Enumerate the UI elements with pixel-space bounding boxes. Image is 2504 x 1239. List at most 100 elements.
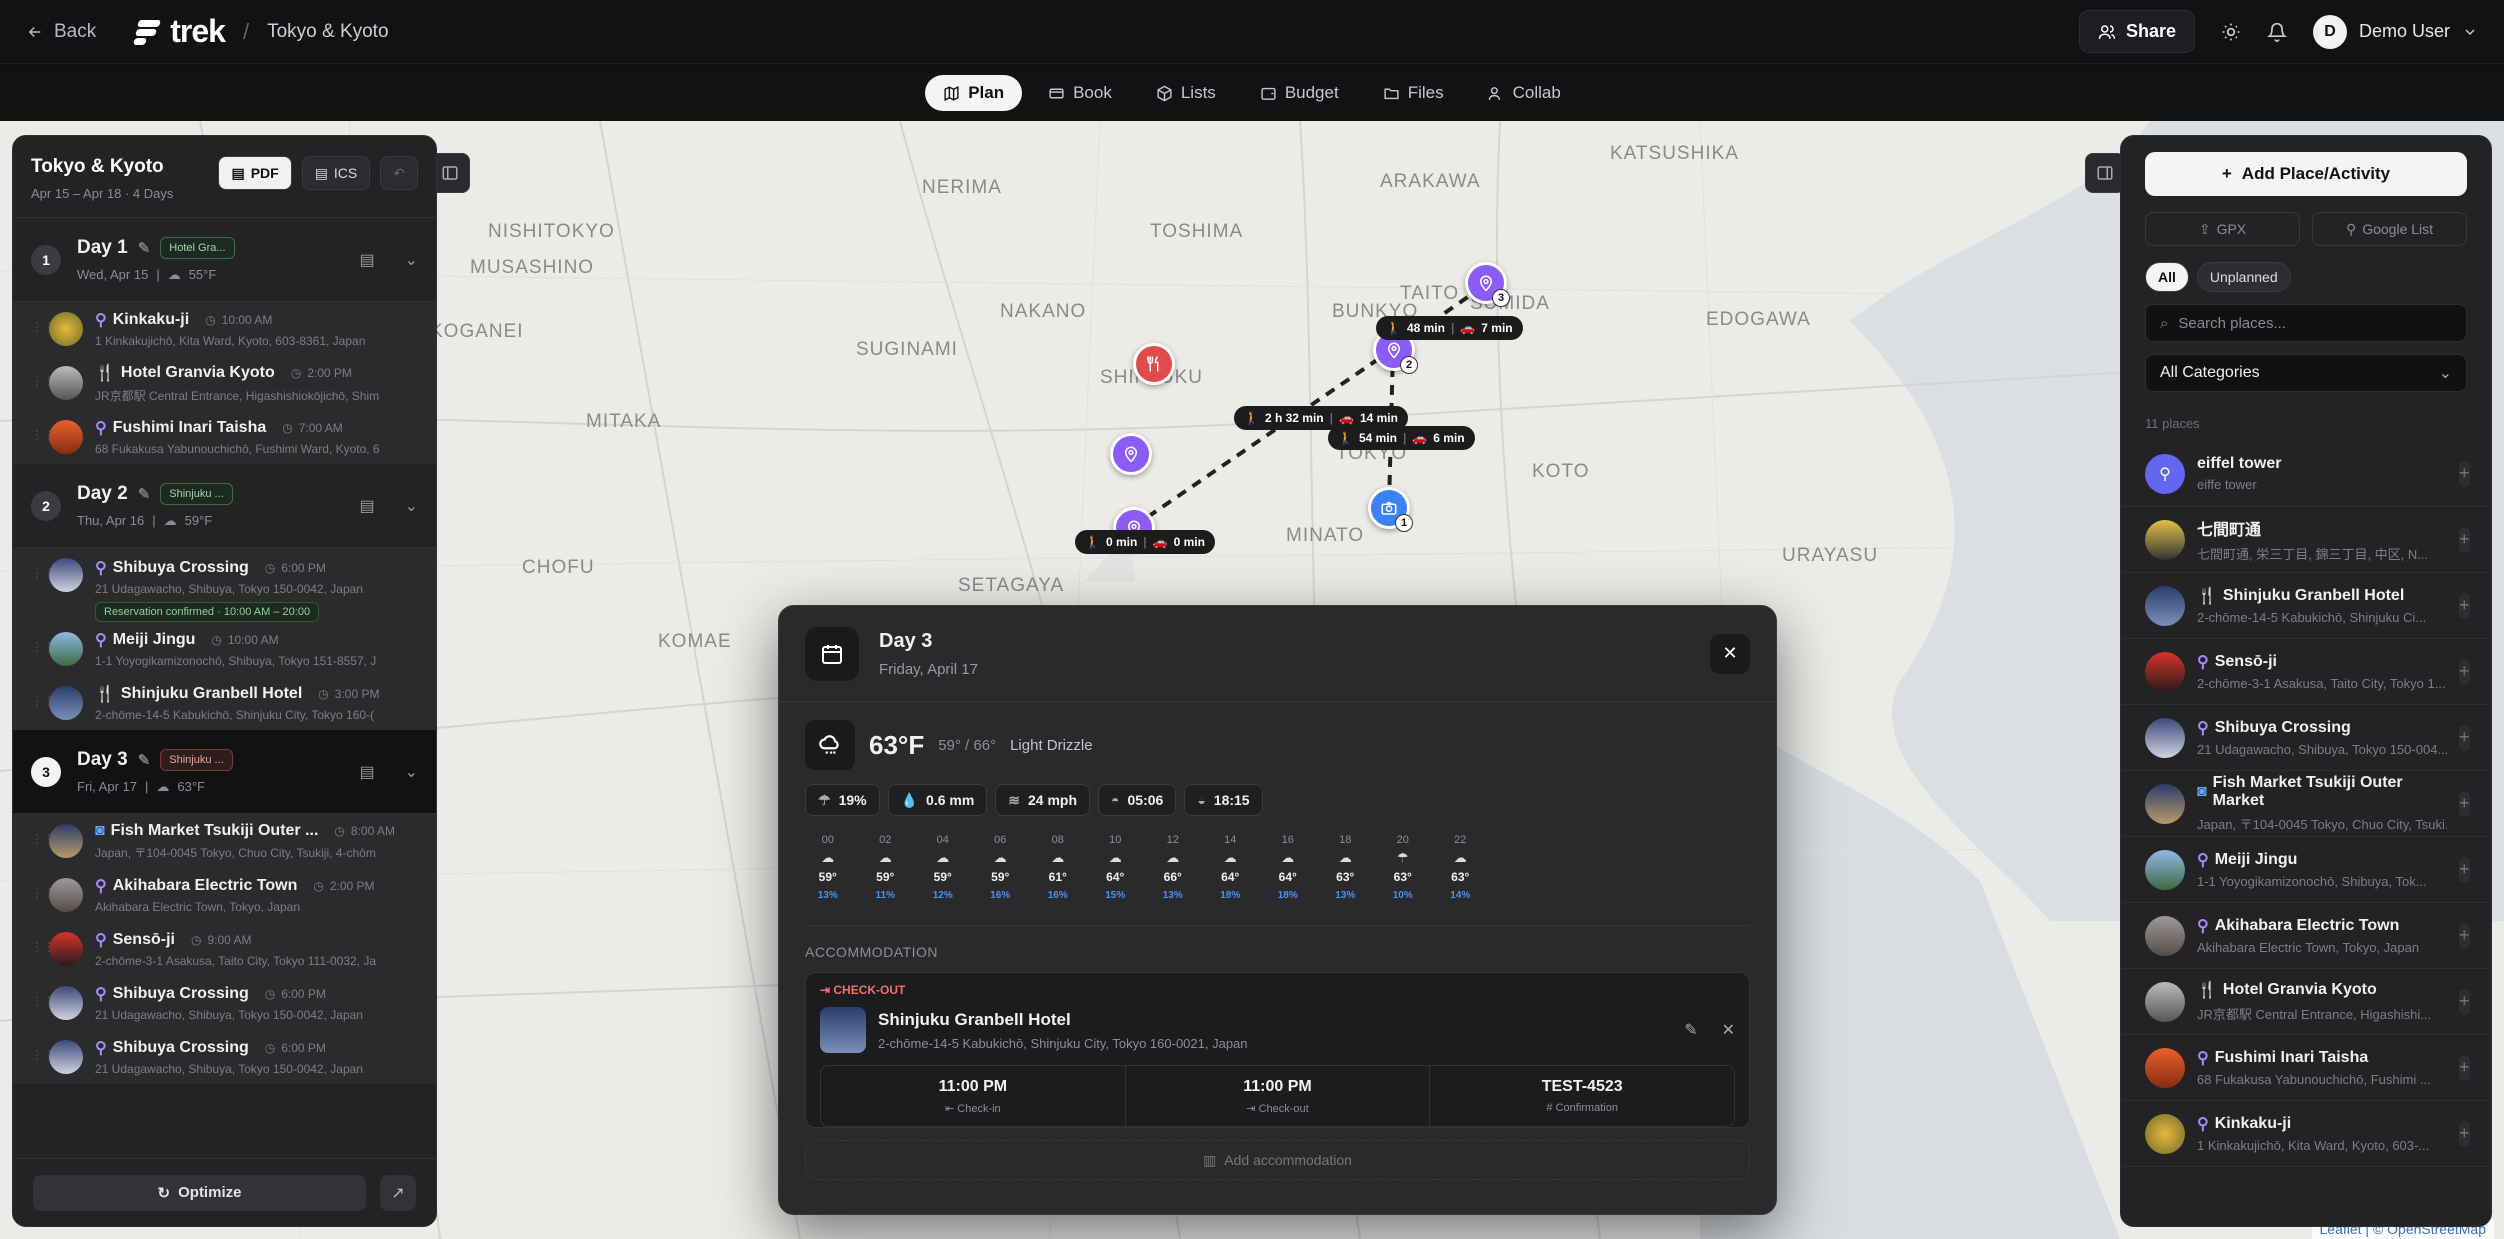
list-item[interactable]: ⋮⋮ ⚲ Akihabara Electric Town ◷ 2:00 PM Akihab… <box>13 868 436 922</box>
plus-icon: + <box>2221 164 2232 183</box>
list-item[interactable]: ⚲ Meiji Jingu 1-1 Yoyogikamizonochō, Shibu… <box>2121 837 2491 903</box>
list-item[interactable]: ⚲ Fushimi Inari Taisha 68 Fukakusa Yabunou… <box>2121 1035 2491 1101</box>
hotel-name: Shinjuku Granbell Hotel <box>878 1009 1071 1029</box>
ics-button[interactable]: ▤ ICS <box>301 156 371 190</box>
list-item[interactable]: ⚲ Kinkaku-ji 1 Kinkakujichō, Kita Ward, Ky… <box>2121 1101 2491 1167</box>
notes-icon[interactable]: ▤ <box>359 762 374 782</box>
day-plan-panel: Tokyo & Kyoto Apr 15 – Apr 18 · 4 Days ▤… <box>12 135 437 1227</box>
tab-lists[interactable]: Lists <box>1138 75 1234 111</box>
hour-forecast: 04 ☁ 59° 12% <box>914 834 972 901</box>
list-item[interactable]: ⋮⋮ ⚲ Fushimi Inari Taisha ◷ 7:00 AM 68 Fukaku… <box>13 410 436 464</box>
refresh-icon: ↻ <box>157 1184 171 1202</box>
filter-all[interactable]: All <box>2145 262 2189 292</box>
list-item[interactable]: ⚲ Sensō-ji 2-chōme-3-1 Asakusa, Taito City… <box>2121 639 2491 705</box>
brand-name: trek <box>170 13 226 49</box>
add-to-day-button[interactable]: + <box>2459 592 2470 619</box>
optimize-button[interactable]: ↻ Optimize <box>33 1174 366 1211</box>
undo-button[interactable]: ↶ <box>380 156 418 190</box>
chevron-down-icon[interactable]: ⌄ <box>405 496 418 516</box>
accommodation-heading: ACCOMMODATION <box>805 944 939 960</box>
place-thumbnail <box>2145 783 2185 824</box>
chevron-down-icon[interactable]: ⌄ <box>405 250 418 270</box>
day-header[interactable]: 3 Day 3 ✎ Shinjuku ... Fri, Apr 17 | ☁ 63°F ▤… <box>13 730 436 814</box>
cloud-icon: ☁ <box>1281 850 1295 865</box>
add-to-day-button[interactable]: + <box>2459 658 2470 685</box>
tab-label: Files <box>1407 83 1444 102</box>
list-item[interactable]: ⋮⋮ ⚲ Sensō-ji ◷ 9:00 AM 2-chōme-3-1 Asakusa, … <box>13 922 436 976</box>
user-menu[interactable]: D Demo User <box>2312 14 2478 49</box>
list-item[interactable]: ⋮⋮ ◙ Fish Market Tsukiji Outer ... ◷ 8:00 AM… <box>13 814 436 868</box>
add-to-day-button[interactable]: + <box>2459 526 2470 553</box>
add-to-day-button[interactable]: + <box>2459 988 2470 1015</box>
map-pin[interactable] <box>1133 343 1175 385</box>
map-pin-icon <box>1387 342 1401 359</box>
add-accommodation-button[interactable]: ▥ Add accommodation <box>805 1140 1750 1180</box>
tab-plan[interactable]: Plan <box>925 75 1023 111</box>
back-button[interactable]: Back <box>26 21 96 43</box>
brand-logo[interactable]: trek <box>133 13 226 50</box>
google-list-import-button[interactable]: ⚲ Google List <box>2312 212 2467 246</box>
pdf-button[interactable]: ▤ PDF <box>218 156 292 190</box>
map-pin-icon: ⚲ <box>95 632 107 649</box>
hour-forecast: 12 ☁ 66° 13% <box>1144 834 1202 901</box>
search-input[interactable]: ⌕ Search places... <box>2145 304 2467 342</box>
pencil-icon[interactable]: ✎ <box>138 751 151 769</box>
list-item[interactable]: 🍴 Hotel Granvia Kyoto JR京都駅 Central Entran… <box>2121 969 2491 1035</box>
add-to-day-button[interactable]: + <box>2459 1120 2470 1147</box>
tab-files[interactable]: Files <box>1365 75 1462 111</box>
sunrise: ◓ 05:06 <box>1098 784 1177 816</box>
add-to-day-button[interactable]: + <box>2459 790 2470 817</box>
bell-icon[interactable] <box>2266 22 2287 42</box>
day-header[interactable]: 2 Day 2 ✎ Shinjuku ... Thu, Apr 16 | ☁ 59°F ▤… <box>13 464 436 548</box>
list-item[interactable]: ⚲ Shibuya Crossing 21 Udagawacho, Shibuya,… <box>2121 705 2491 771</box>
notes-icon[interactable]: ▤ <box>359 250 374 270</box>
map-pin[interactable]: 1 <box>1368 487 1413 532</box>
list-item[interactable]: ⋮⋮ 🍴 Shinjuku Granbell Hotel ◷ 3:00 PM 2-chōm… <box>13 676 436 730</box>
list-item[interactable]: 七間町通 七間町通, 栄三丁目, 錦三丁目, 中区, N... + <box>2121 507 2491 573</box>
add-to-day-button[interactable]: + <box>2459 1054 2470 1081</box>
checkout-label: ⇥ CHECK-OUT <box>820 983 906 997</box>
tab-budget[interactable]: Budget <box>1242 75 1357 111</box>
hour-forecast: 22 ☁ 63° 14% <box>1432 834 1490 901</box>
list-item[interactable]: ⋮⋮ ⚲ Shibuya Crossing ◷ 6:00 PM 21 Udagawacho… <box>13 548 436 622</box>
list-item[interactable]: ⋮⋮ 🍴 Hotel Granvia Kyoto ◷ 2:00 PM JR京都駅 Cent… <box>13 356 436 410</box>
tab-book[interactable]: Book <box>1030 75 1130 111</box>
close-button[interactable]: ✕ <box>1710 633 1750 674</box>
list-item[interactable]: ⚲ Akihabara Electric Town Akihabara Electr… <box>2121 903 2491 969</box>
map-pin[interactable] <box>1110 433 1152 475</box>
day-header[interactable]: 1 Day 1 ✎ Hotel Gra... Wed, Apr 15 | ☁ 55°F ▤… <box>13 218 436 302</box>
list-item[interactable]: 🍴 Shinjuku Granbell Hotel 2-chōme-14-5 Kab… <box>2121 573 2491 639</box>
filter-unplanned[interactable]: Unplanned <box>2196 262 2291 292</box>
close-icon[interactable]: ✕ <box>1722 1020 1735 1040</box>
add-to-day-button[interactable]: + <box>2459 724 2470 751</box>
list-item[interactable]: ⋮⋮ ⚲ Shibuya Crossing ◷ 6:00 PM 21 Udagawacho… <box>13 976 436 1030</box>
pencil-icon[interactable]: ✎ <box>138 485 151 503</box>
gpx-import-button[interactable]: ⇪ GPX <box>2145 212 2300 246</box>
category-select[interactable]: All Categories ⌄ <box>2145 354 2467 392</box>
list-item[interactable]: ⋮⋮ ⚲ Shibuya Crossing ◷ 6:00 PM 21 Udagawacho… <box>13 1030 436 1084</box>
notes-icon[interactable]: ▤ <box>359 496 374 516</box>
drag-handle-icon: ⋮⋮ <box>31 940 55 954</box>
add-to-day-button[interactable]: + <box>2459 460 2470 487</box>
close-icon: ✕ <box>1722 643 1738 663</box>
pencil-icon[interactable]: ✎ <box>138 239 151 257</box>
list-item[interactable]: ⋮⋮ ⚲ Kinkaku-ji ◷ 10:00 AM 1 Kinkakujichō, Ki… <box>13 302 436 356</box>
clock-icon: ◷ <box>318 687 329 701</box>
map-pin[interactable]: 3 <box>1465 262 1510 307</box>
external-link-button[interactable]: ↗ <box>380 1174 416 1211</box>
trip-title: Tokyo & Kyoto <box>31 156 164 177</box>
add-to-day-button[interactable]: + <box>2459 922 2470 949</box>
collapse-right-panel-button[interactable] <box>2085 153 2125 193</box>
list-item[interactable]: ⚲ eiffel tower eiffe tower + <box>2121 441 2491 507</box>
list-item[interactable]: ⋮⋮ ⚲ Meiji Jingu ◷ 10:00 AM 1-1 Yoyogikamizon… <box>13 622 436 676</box>
share-button[interactable]: Share <box>2078 10 2195 53</box>
sun-icon[interactable] <box>2221 22 2241 42</box>
pencil-icon[interactable]: ✎ <box>1684 1020 1697 1040</box>
sunset: ◒ 18:15 <box>1184 784 1263 816</box>
tab-collab[interactable]: Collab <box>1470 75 1579 111</box>
walk-icon: 🚶 <box>1386 321 1401 335</box>
list-item[interactable]: ◙ Fish Market Tsukiji Outer Market Japan, … <box>2121 771 2491 837</box>
add-place-button[interactable]: + Add Place/Activity <box>2145 152 2467 196</box>
add-to-day-button[interactable]: + <box>2459 856 2470 883</box>
chevron-down-icon[interactable]: ⌄ <box>405 762 418 782</box>
